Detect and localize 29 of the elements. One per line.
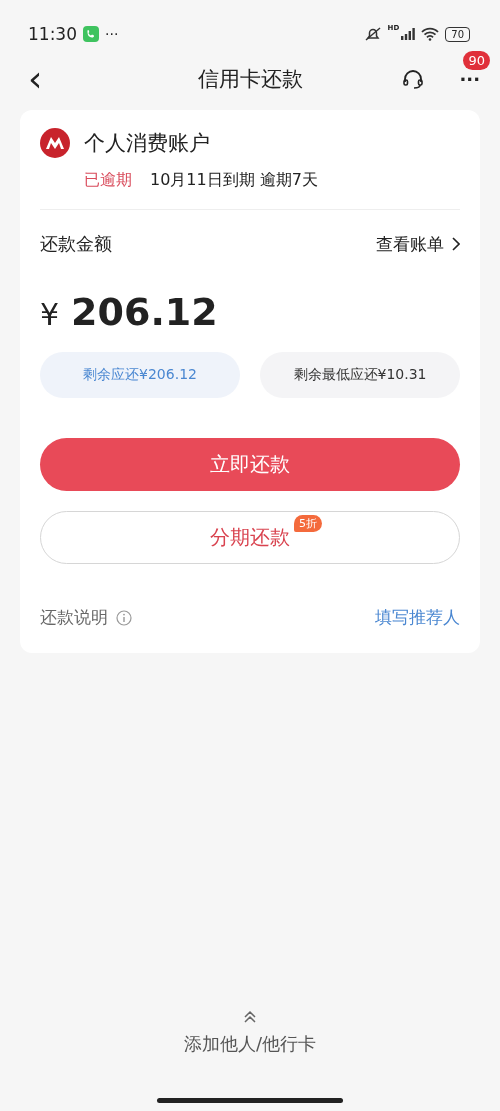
status-time: 11:30 <box>28 24 77 44</box>
discount-badge: 5折 <box>294 515 322 532</box>
phone-icon <box>83 26 99 42</box>
chevron-right-icon[interactable] <box>452 237 460 251</box>
referrer-link[interactable]: 填写推荐人 <box>375 606 460 629</box>
wifi-icon <box>421 27 440 41</box>
view-bill-link[interactable]: 查看账单 <box>376 232 444 256</box>
signal-icon <box>401 28 416 40</box>
overdue-status: 已逾期 <box>84 170 132 191</box>
amount-value: 206.12 <box>71 290 218 334</box>
amount-label: 还款金额 <box>40 232 112 256</box>
back-button[interactable]: ‹ <box>22 61 49 97</box>
info-icon[interactable] <box>116 609 132 626</box>
repayment-note[interactable]: 还款说明 <box>40 606 108 629</box>
mute-icon <box>363 26 382 42</box>
amount-option[interactable]: 剩余最低应还¥10.31 <box>260 352 460 398</box>
pay-now-button[interactable]: 立即还款 <box>40 438 460 491</box>
more-button[interactable]: ··· <box>459 68 480 90</box>
more-notifications: ··· <box>105 26 119 42</box>
account-name: 个人消费账户 <box>84 130 210 157</box>
currency-symbol: ¥ <box>40 297 60 332</box>
bank-logo-icon <box>40 128 70 158</box>
double-chevron-up-icon[interactable] <box>242 1010 258 1024</box>
page-title: 信用卡还款 <box>197 66 303 93</box>
notification-badge: 90 <box>463 50 491 70</box>
battery-indicator: 70 <box>445 26 470 42</box>
due-date: 10月11日到期 逾期7天 <box>150 170 318 191</box>
headset-icon[interactable] <box>401 67 426 91</box>
add-card-link[interactable]: 添加他人/他行卡 <box>183 1032 317 1056</box>
